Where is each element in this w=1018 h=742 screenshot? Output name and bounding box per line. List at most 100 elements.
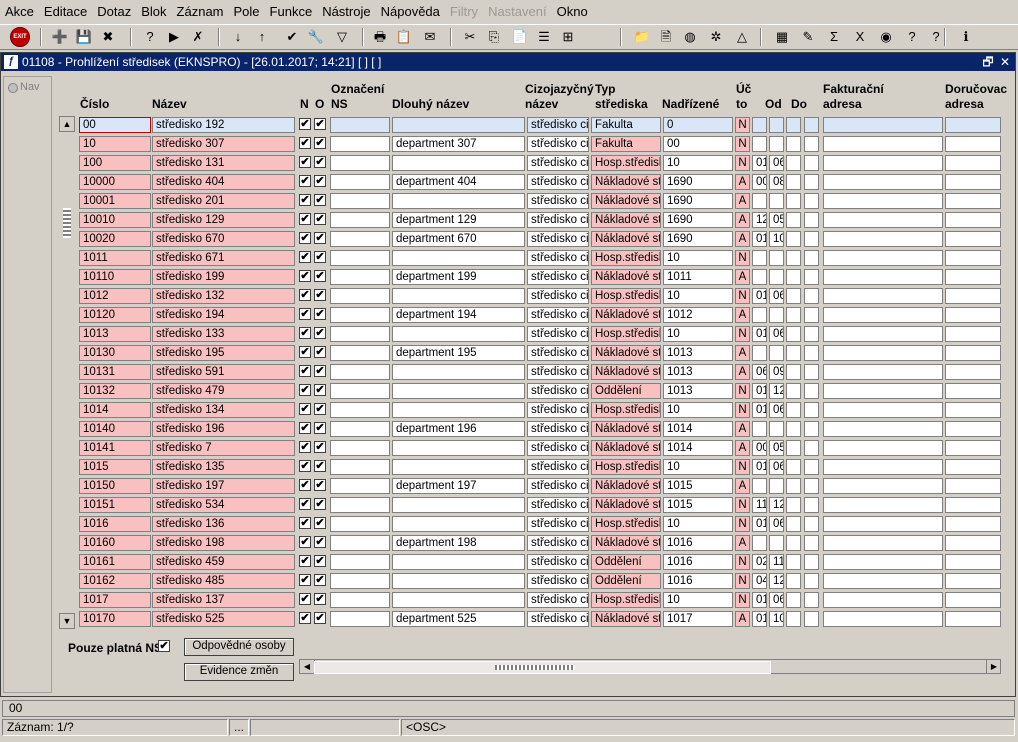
cell-do[interactable]: 06: [769, 516, 784, 532]
cell-nazev[interactable]: středisko 132: [152, 288, 295, 304]
cell-fakt[interactable]: [823, 269, 943, 285]
cell-oznaceni[interactable]: [330, 117, 390, 133]
cell-nazev[interactable]: středisko 196: [152, 421, 295, 437]
cell-ciz[interactable]: středisko ciz: [527, 497, 589, 513]
cell-nazev[interactable]: středisko 199: [152, 269, 295, 285]
cell-ciz[interactable]: středisko ciz: [527, 554, 589, 570]
cell-dor[interactable]: [945, 288, 1001, 304]
cell-ciz[interactable]: středisko ciz: [527, 611, 589, 627]
cell-do[interactable]: 06: [769, 459, 784, 475]
cell-od[interactable]: 01: [752, 402, 767, 418]
cell-x1[interactable]: [786, 345, 801, 361]
cell-x2[interactable]: [804, 421, 819, 437]
cell-x1[interactable]: [786, 440, 801, 456]
cell-cislo[interactable]: 10161: [79, 554, 151, 570]
sort-descending-icon[interactable]: ↑: [252, 27, 272, 47]
cell-typ[interactable]: Oddělení: [591, 554, 661, 570]
cell-nad[interactable]: 1015: [663, 478, 733, 494]
cell-uc[interactable]: N: [735, 136, 750, 152]
cell-typ[interactable]: Hosp.středisk: [591, 288, 661, 304]
cell-oznaceni[interactable]: [330, 155, 390, 171]
cell-typ[interactable]: Nákladové stř: [591, 307, 661, 323]
help-icon[interactable]: ?: [902, 27, 922, 47]
cell-ciz[interactable]: středisko ciz: [527, 383, 589, 399]
cell-ciz[interactable]: středisko ciz: [527, 421, 589, 437]
cell-typ[interactable]: Nákladové stř: [591, 345, 661, 361]
tree-icon[interactable]: ⊞: [558, 27, 578, 47]
checkbox-o[interactable]: ✔: [314, 403, 326, 415]
table-row[interactable]: 1012 středisko 132 středisko ciz Hosp.střed…: [79, 287, 1001, 306]
checkbox-n[interactable]: ✔: [299, 346, 311, 358]
cell-cislo[interactable]: 10140: [79, 421, 151, 437]
cell-dor[interactable]: [945, 535, 1001, 551]
cell-typ[interactable]: Nákladové stř: [591, 269, 661, 285]
cell-nad[interactable]: 1690: [663, 193, 733, 209]
cell-cislo[interactable]: 10130: [79, 345, 151, 361]
table-row[interactable]: 10151 středisko 534 středisko ciz Nákladové…: [79, 496, 1001, 515]
menu-blok[interactable]: Blok: [136, 0, 171, 24]
checkbox-n[interactable]: ✔: [299, 612, 311, 624]
cell-fakt[interactable]: [823, 497, 943, 513]
cell-do[interactable]: 06: [769, 288, 784, 304]
cell-oznaceni[interactable]: [330, 478, 390, 494]
cell-x2[interactable]: [804, 155, 819, 171]
checkbox-o[interactable]: ✔: [314, 232, 326, 244]
cell-x1[interactable]: [786, 269, 801, 285]
cell-od[interactable]: 11: [752, 497, 767, 513]
table-row[interactable]: 1016 středisko 136 středisko ciz Hosp.střed…: [79, 515, 1001, 534]
cell-dor[interactable]: [945, 212, 1001, 228]
checkbox-n[interactable]: ✔: [299, 118, 311, 130]
cell-fakt[interactable]: [823, 212, 943, 228]
checkbox-n[interactable]: ✔: [299, 460, 311, 472]
cell-od[interactable]: 02: [752, 554, 767, 570]
cell-uc[interactable]: A: [735, 364, 750, 380]
cell-dor[interactable]: [945, 269, 1001, 285]
restore-window-button[interactable]: 🗗: [981, 55, 995, 69]
checkbox-o[interactable]: ✔: [314, 270, 326, 282]
cell-ciz[interactable]: středisko ciz: [527, 231, 589, 247]
cell-dor[interactable]: [945, 155, 1001, 171]
cell-x1[interactable]: [786, 421, 801, 437]
cell-oznaceni[interactable]: [330, 497, 390, 513]
paste-icon[interactable]: 📄: [510, 27, 530, 47]
cancel-query-icon[interactable]: ✗: [188, 27, 208, 47]
cut-icon[interactable]: ✂: [460, 27, 480, 47]
cell-nad[interactable]: 10: [663, 155, 733, 171]
cell-do[interactable]: [769, 478, 784, 494]
cell-cislo[interactable]: 10: [79, 136, 151, 152]
cell-dor[interactable]: [945, 250, 1001, 266]
cell-dlouhy[interactable]: [392, 573, 525, 589]
cell-nad[interactable]: 1016: [663, 535, 733, 551]
cell-do[interactable]: [769, 307, 784, 323]
scroll-down-button[interactable]: ▼: [59, 613, 75, 629]
cell-nazev[interactable]: středisko 134: [152, 402, 295, 418]
cell-fakt[interactable]: [823, 250, 943, 266]
cell-x1[interactable]: [786, 497, 801, 513]
checkbox-o[interactable]: ✔: [314, 327, 326, 339]
cell-nazev[interactable]: středisko 135: [152, 459, 295, 475]
table-row[interactable]: 1015 středisko 135 středisko ciz Hosp.střed…: [79, 458, 1001, 477]
cell-dlouhy[interactable]: [392, 440, 525, 456]
scroll-up-button[interactable]: ▲: [59, 116, 75, 132]
cell-x1[interactable]: [786, 611, 801, 627]
cell-oznaceni[interactable]: [330, 307, 390, 323]
cell-oznaceni[interactable]: [330, 326, 390, 342]
nav-radio[interactable]: [8, 83, 18, 93]
cell-od[interactable]: [752, 193, 767, 209]
cell-oznaceni[interactable]: [330, 345, 390, 361]
cell-cislo[interactable]: 10170: [79, 611, 151, 627]
cell-typ[interactable]: Hosp.středisk: [591, 516, 661, 532]
checkbox-n[interactable]: ✔: [299, 422, 311, 434]
cell-nad[interactable]: 00: [663, 136, 733, 152]
cell-fakt[interactable]: [823, 459, 943, 475]
exit-icon[interactable]: EXIT: [10, 27, 30, 47]
menu-akce[interactable]: Akce: [0, 0, 39, 24]
checkbox-n[interactable]: ✔: [299, 137, 311, 149]
cell-dor[interactable]: [945, 383, 1001, 399]
cell-do[interactable]: [769, 535, 784, 551]
email-icon[interactable]: ✉: [420, 27, 440, 47]
cell-x1[interactable]: [786, 212, 801, 228]
cell-x1[interactable]: [786, 326, 801, 342]
cell-oznaceni[interactable]: [330, 231, 390, 247]
cell-uc[interactable]: N: [735, 326, 750, 342]
